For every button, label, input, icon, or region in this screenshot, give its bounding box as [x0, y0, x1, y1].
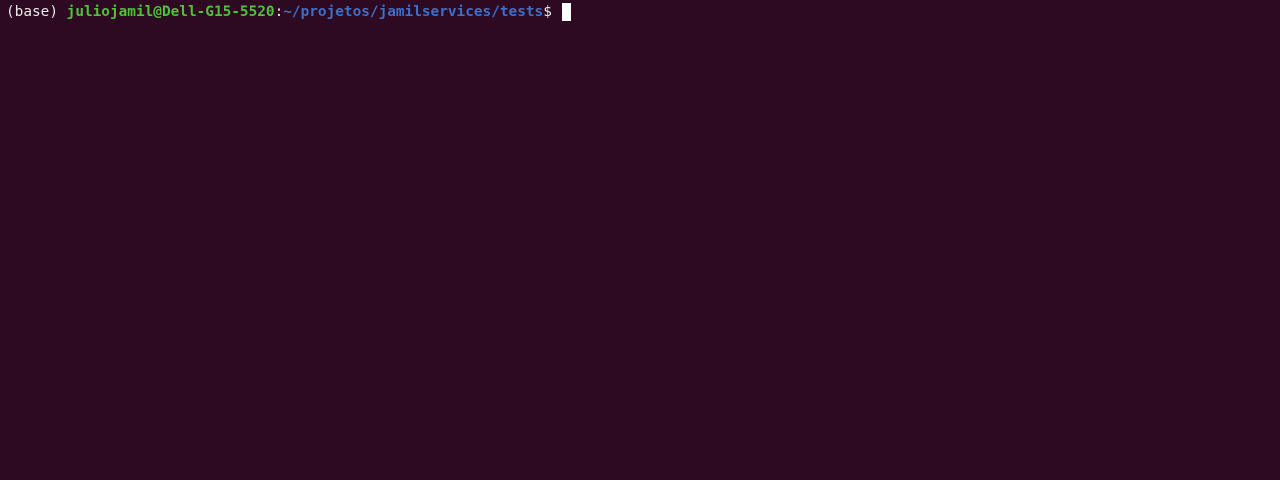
- text-cursor[interactable]: [561, 3, 571, 21]
- current-path: ~/projetos/jamilservices/tests: [283, 4, 544, 20]
- user-host: juliojamil@Dell-G15-5520: [66, 4, 275, 20]
- conda-env-label: (base): [6, 4, 67, 20]
- prompt-separator: :: [274, 4, 284, 20]
- terminal-window[interactable]: (base) juliojamil@Dell-G15-5520: ~/projet…: [0, 0, 1280, 480]
- prompt-symbol: $: [543, 4, 561, 20]
- prompt-line: (base) juliojamil@Dell-G15-5520: ~/projet…: [6, 3, 1280, 21]
